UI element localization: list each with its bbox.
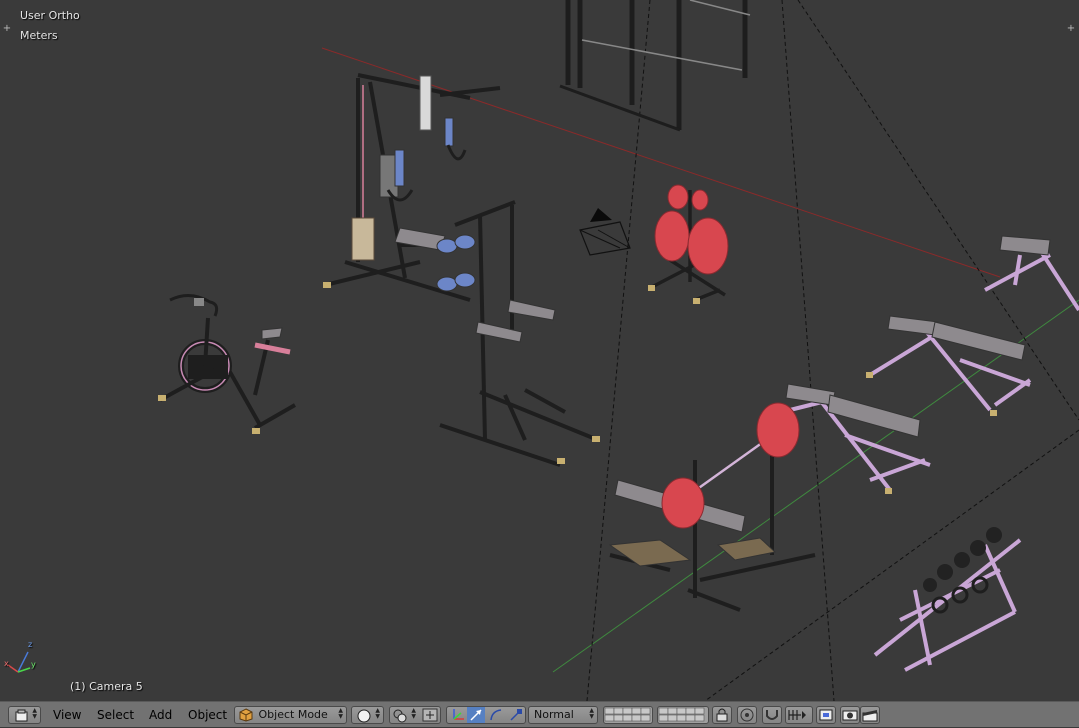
layer-grid-icon (658, 707, 705, 722)
menu-select[interactable]: Select (97, 707, 134, 723)
rotate-arc-icon[interactable] (487, 707, 505, 723)
clapperboard-icon (862, 710, 878, 722)
updown-arrows-icon: ▲ ▼ (338, 707, 343, 720)
updown-arrows-icon: ▲ ▼ (375, 707, 380, 720)
scene-canvas[interactable] (0, 0, 1079, 701)
mode-selector[interactable]: Object Mode ▲ ▼ (234, 706, 347, 724)
magnet-icon (766, 710, 778, 720)
3d-view-header: ▲ ▼ View Select Add Object Object Mode ▲ ▼… (0, 701, 1079, 727)
updown-arrows-icon: ▲ ▼ (32, 707, 37, 720)
viewport-shading-selector[interactable]: ▲ ▼ (351, 706, 384, 724)
pivot-icon (393, 709, 407, 722)
menu-view[interactable]: View (53, 707, 81, 723)
bench-press-rack[interactable] (608, 402, 816, 612)
layer-grid-icon (604, 707, 651, 722)
snap-toggle-button[interactable] (762, 706, 782, 724)
lock-icon (716, 708, 728, 722)
power-tower[interactable] (436, 200, 600, 467)
pivot-point-selector[interactable]: ▲ ▼ (389, 706, 441, 724)
view-name-label: User Ortho (20, 9, 80, 22)
corner-split-handle-right[interactable]: + (1066, 24, 1076, 34)
mode-label: Object Mode (258, 708, 328, 721)
lock-layers-button[interactable] (712, 706, 732, 724)
exercise-bike[interactable] (158, 294, 296, 434)
snap-target-icon (819, 709, 833, 721)
3d-viewport[interactable]: User Ortho Meters (1) Camera 5 z y x + + (0, 0, 1079, 701)
scale-handle-icon[interactable] (507, 707, 525, 723)
proportional-circle-icon (740, 708, 754, 722)
plate-tree[interactable] (648, 184, 729, 304)
flat-bench-2[interactable] (866, 315, 1032, 416)
camera-icon (842, 710, 858, 721)
snap-increment-icon (788, 710, 806, 720)
solid-shading-icon (357, 709, 371, 722)
snap-element-selector[interactable] (785, 706, 813, 724)
layer-buttons-left[interactable] (603, 706, 653, 724)
orientation-label: Normal (534, 708, 574, 721)
lat-pulldown-machine[interactable] (323, 73, 501, 302)
flat-bench-1[interactable] (984, 235, 1079, 312)
axis-x-letter: x (4, 659, 9, 668)
render-animation-button[interactable] (860, 706, 880, 724)
manipulator-axis-icon (453, 709, 464, 720)
menu-add[interactable]: Add (149, 707, 172, 723)
units-label: Meters (20, 29, 58, 42)
transform-orientation-selector[interactable]: Normal ▲ ▼ (528, 706, 598, 724)
flat-bench-3[interactable] (785, 383, 931, 494)
axis-y-letter: y (31, 660, 36, 669)
axis-z-letter: z (28, 640, 33, 649)
menu-object[interactable]: Object (188, 707, 227, 723)
render-image-button[interactable] (840, 706, 860, 724)
corner-split-handle-left[interactable]: + (2, 24, 12, 34)
updown-arrows-icon: ▲ ▼ (589, 707, 594, 720)
cube-view-icon (15, 709, 28, 721)
axis-widget (7, 651, 31, 673)
editor-type-selector[interactable]: ▲ ▼ (8, 706, 41, 724)
manipulator-toggles[interactable] (446, 706, 526, 724)
active-object-label: (1) Camera 5 (70, 680, 143, 693)
translate-toggle[interactable] (467, 707, 485, 723)
snap-target-button[interactable] (816, 706, 836, 724)
rack-frame-top[interactable] (559, 0, 751, 132)
manipulator-center-icon (422, 708, 438, 722)
translate-arrow-icon (470, 709, 482, 721)
proportional-edit-button[interactable] (737, 706, 757, 724)
updown-arrows-icon: ▲ ▼ (411, 707, 416, 720)
camera-object[interactable] (579, 208, 631, 256)
object-mode-cube-icon (239, 708, 253, 722)
layer-buttons-right[interactable] (657, 706, 709, 724)
kettlebell-rack[interactable] (873, 527, 1022, 672)
